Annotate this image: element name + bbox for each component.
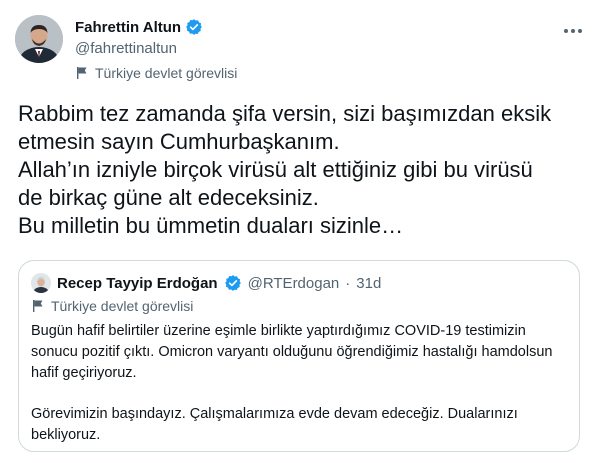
tweet: Fahrettin Altun @fahrettinaltun Türkiye … (0, 0, 593, 463)
quoted-timestamp[interactable]: 31d (356, 275, 381, 292)
author-handle[interactable]: @fahrettinaltun (75, 40, 177, 57)
more-options-button[interactable] (560, 20, 586, 40)
government-label-text: Türkiye devlet görevlisi (95, 65, 238, 81)
quoted-header: Recep Tayyip Erdoğan @RTErdogan · 31d (31, 273, 381, 293)
quoted-text-line: Bugün hafif belirtiler üzerine eşimle bi… (31, 323, 526, 339)
verified-badge-icon (185, 18, 203, 36)
quoted-separator: · (345, 274, 351, 292)
tweet-text: Rabbim tez zamanda şifa versin, sizi baş… (18, 100, 580, 240)
author-avatar[interactable] (15, 15, 63, 63)
government-label: Türkiye devlet görevlisi (75, 65, 237, 81)
verified-badge-icon (224, 274, 242, 292)
more-horizontal-icon (563, 21, 583, 39)
tweet-text-line: de birkaç güne alt edeceksiniz. (18, 185, 319, 210)
quoted-text: Bugün hafif belirtiler üzerine eşimle bi… (31, 321, 571, 446)
quoted-text-line: sonucu pozitif çıktı. Omicron varyantı o… (31, 344, 553, 360)
quoted-text-line: hafif geçiriyoruz. (31, 365, 137, 381)
quoted-text-line: Görevimizin başındayız. Çalışmalarımıza … (31, 406, 518, 422)
quoted-government-label-text: Türkiye devlet görevlisi (51, 298, 194, 314)
author-name[interactable]: Fahrettin Altun (75, 19, 181, 36)
quoted-author-handle[interactable]: @RTErdogan (248, 275, 340, 292)
tweet-text-line: etmesin sayın Cumhurbaşkanım. (18, 129, 340, 154)
quoted-author-name[interactable]: Recep Tayyip Erdoğan (57, 275, 218, 292)
flag-icon (31, 299, 45, 313)
quoted-tweet[interactable]: Recep Tayyip Erdoğan @RTErdogan · 31d Tü… (18, 260, 580, 452)
quoted-text-line: bekliyoruz. (31, 427, 101, 443)
quoted-government-label: Türkiye devlet görevlisi (31, 298, 193, 314)
quoted-author-avatar[interactable] (31, 273, 51, 293)
flag-icon (75, 66, 89, 80)
tweet-text-line: Allah’ın izniyle birçok virüsü alt ettiğ… (18, 157, 533, 182)
author-name-row[interactable]: Fahrettin Altun (75, 18, 203, 36)
tweet-text-line: Bu milletin bu ümmetin duaları sizinle… (18, 213, 404, 238)
tweet-text-line: Rabbim tez zamanda şifa versin, sizi baş… (18, 101, 552, 126)
